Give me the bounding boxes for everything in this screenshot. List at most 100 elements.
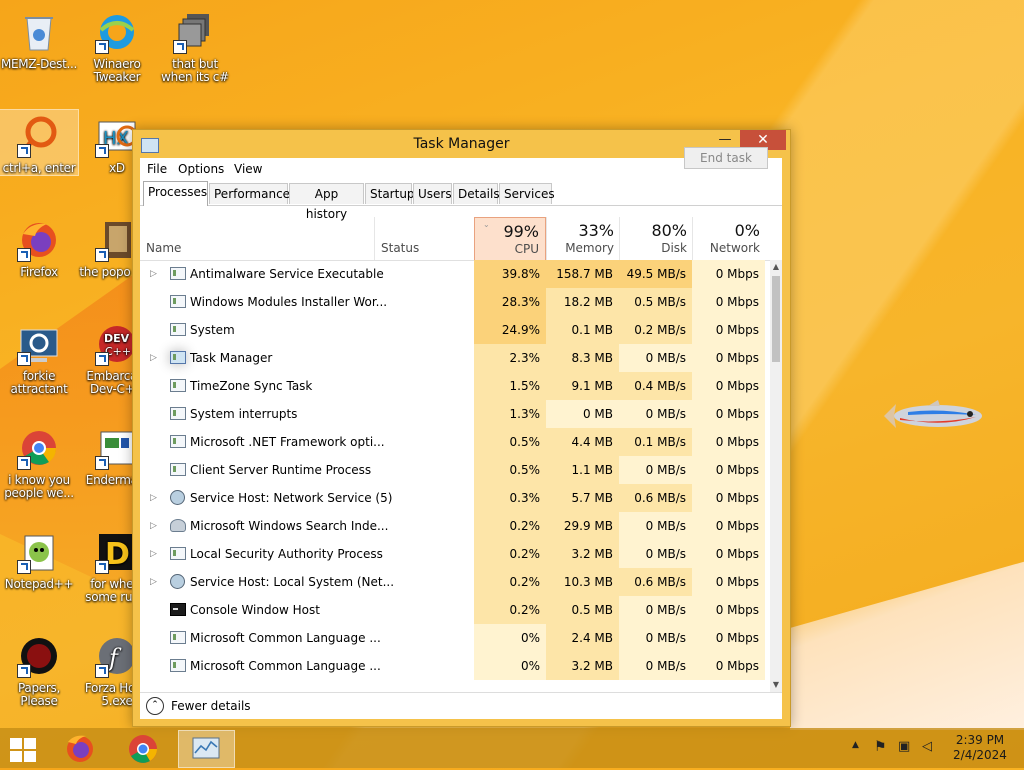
tab-processes[interactable]: Processes — [143, 181, 208, 206]
window-icon — [170, 407, 186, 420]
process-row[interactable]: Console Window Host 0.2% 0.5 MB 0 MB/s 0 Mbp… — [140, 596, 770, 624]
windows-logo-pane — [10, 751, 22, 762]
show-hidden-icons-chevron-icon[interactable]: ▲ — [852, 740, 859, 750]
desktop-icon-label: forkie attractant — [10, 369, 68, 396]
firefox-icon — [67, 735, 93, 762]
cpu-total: 99% — [503, 222, 539, 241]
tab-performance[interactable]: Performance — [209, 183, 290, 204]
process-disk: 0.5 MB/s — [619, 288, 692, 316]
tab-services[interactable]: Services — [499, 183, 555, 204]
process-disk: 0 MB/s — [619, 540, 692, 568]
process-name: Client Server Runtime Process — [190, 463, 372, 477]
process-row[interactable]: ▷ Local Security Authority Process 0.2% 3.2… — [140, 540, 770, 568]
process-cpu: 0.2% — [474, 568, 546, 596]
task-manager-window[interactable]: Task Manager — ☐ ✕ File Options View Pro… — [132, 129, 791, 727]
taskbar-firefox[interactable] — [56, 730, 104, 766]
process-row[interactable]: Client Server Runtime Process 0.5% 1.1 MB 0… — [140, 456, 770, 484]
expand-chevron-icon[interactable]: ▷ — [150, 568, 157, 596]
desktop-icon[interactable]: Firefox — [0, 214, 78, 279]
process-cpu: 0.5% — [474, 456, 546, 484]
window-icon — [170, 323, 186, 336]
taskbar: ▲ ⚑ ▣ ◁ 2:39 PM 2/4/2024 — [0, 728, 1024, 768]
column-cpu[interactable]: ⌄ 99% CPU — [474, 217, 546, 262]
taskbar-chrome[interactable] — [119, 730, 167, 766]
desktop-icon[interactable]: Papers, Please — [0, 630, 78, 708]
papers-please-icon — [17, 634, 61, 678]
tab-app-history[interactable]: App history — [289, 183, 364, 221]
menu-view[interactable]: View — [234, 162, 262, 176]
desktop-icon[interactable]: MEMZ-Dest... — [0, 6, 78, 71]
expand-chevron-icon[interactable]: ▷ — [150, 540, 157, 568]
tab-users[interactable]: Users — [413, 183, 452, 204]
desktop-icon[interactable]: forkie attractant — [0, 318, 78, 396]
network-icon[interactable]: ▣ — [898, 739, 910, 754]
shortcut-arrow-icon — [17, 352, 31, 366]
column-name[interactable]: Name — [146, 217, 376, 260]
process-row[interactable]: Windows Modules Installer Wor... 28.3% 18.… — [140, 288, 770, 316]
fewer-details-label: Fewer details — [171, 699, 251, 713]
process-memory: 158.7 MB — [546, 260, 619, 288]
process-row[interactable]: System interrupts 1.3% 0 MB 0 MB/s 0 Mbps — [140, 400, 770, 428]
desktop-icon[interactable]: Notepad++ — [0, 526, 78, 591]
process-disk: 0.6 MB/s — [619, 484, 692, 512]
process-row[interactable]: Microsoft Common Language ... 0% 2.4 MB 0 M… — [140, 624, 770, 652]
tab-startup[interactable]: Startup — [365, 183, 415, 204]
end-task-button[interactable]: End task — [684, 147, 768, 169]
task-manager-client: File Options View Processes Performance Ap… — [140, 158, 782, 719]
user-icon — [170, 519, 186, 532]
process-row[interactable]: ▷ Task Manager 2.3% 8.3 MB 0 MB/s 0 Mbps — [140, 344, 770, 372]
shortcut-arrow-icon — [95, 248, 109, 262]
process-list[interactable]: ▷ Antimalware Service Executable 39.8% 158.… — [140, 260, 770, 692]
memory-label: Memory — [565, 241, 614, 255]
start-button[interactable] — [8, 736, 38, 762]
menu-options[interactable]: Options — [178, 162, 224, 176]
process-row[interactable]: ▷ Antimalware Service Executable 39.8% 158.… — [140, 260, 770, 288]
network-total: 0% — [734, 221, 760, 240]
process-name: System interrupts — [190, 407, 298, 421]
tab-strip: Processes Performance App history Startup Us… — [140, 181, 782, 221]
shortcut-arrow-icon — [17, 664, 31, 678]
process-row[interactable]: Microsoft Common Language ... 0% 3.2 MB 0 M… — [140, 652, 770, 680]
taskbar-task-manager[interactable] — [178, 730, 235, 768]
column-disk[interactable]: 80% Disk — [619, 217, 693, 260]
stacked-files-icon — [173, 10, 217, 54]
tab-details[interactable]: Details — [453, 183, 500, 204]
scroll-down-arrow-icon[interactable]: ▼ — [770, 678, 782, 692]
winaero-tweaker-icon — [95, 10, 139, 54]
volume-muted-icon[interactable]: ◁ — [922, 739, 932, 754]
network-label: Network — [709, 241, 760, 255]
process-row[interactable]: TimeZone Sync Task 1.5% 9.1 MB 0.4 MB/s 0 Mb… — [140, 372, 770, 400]
expand-chevron-icon[interactable]: ▷ — [150, 344, 157, 372]
process-memory: 9.1 MB — [546, 372, 619, 400]
process-row[interactable]: Microsoft .NET Framework opti... 0.5% 4.4 … — [140, 428, 770, 456]
scroll-up-arrow-icon[interactable]: ▲ — [770, 260, 782, 274]
column-status[interactable]: Status — [374, 217, 475, 260]
process-cpu: 28.3% — [474, 288, 546, 316]
action-center-flag-icon[interactable]: ⚑ — [874, 739, 887, 755]
window-icon — [170, 435, 186, 448]
desktop-icon[interactable]: ctrl+a, enter — [0, 109, 79, 176]
clock[interactable]: 2:39 PM 2/4/2024 — [950, 733, 1010, 763]
clock-time: 2:39 PM — [955, 733, 1005, 747]
desktop-icon[interactable]: i know you people we... — [0, 422, 78, 500]
expand-chevron-icon[interactable]: ▷ — [150, 260, 157, 288]
vertical-scrollbar[interactable]: ▲ ▼ — [770, 260, 782, 692]
column-memory[interactable]: 33% Memory — [546, 217, 620, 260]
process-row[interactable]: System 24.9% 0.1 MB 0.2 MB/s 0 Mbps — [140, 316, 770, 344]
process-cpu: 1.5% — [474, 372, 546, 400]
scroll-thumb[interactable] — [772, 276, 780, 362]
desktop-icon[interactable]: Winaero Tweaker — [78, 6, 156, 84]
process-memory: 8.3 MB — [546, 344, 619, 372]
process-row[interactable]: ▷ Microsoft Windows Search Inde... 0.2% 29.… — [140, 512, 770, 540]
process-name: Microsoft .NET Framework opti... — [190, 435, 385, 449]
process-network: 0 Mbps — [692, 260, 765, 288]
expand-chevron-icon[interactable]: ▷ — [150, 484, 157, 512]
process-row[interactable]: ▷ Service Host: Local System (Net... 0.2% 1… — [140, 568, 770, 596]
shortcut-arrow-icon — [95, 560, 109, 574]
expand-chevron-icon[interactable]: ▷ — [150, 512, 157, 540]
menu-file[interactable]: File — [147, 162, 167, 176]
column-network[interactable]: 0% Network — [692, 217, 766, 260]
desktop-icon[interactable]: that but when its c# — [156, 6, 234, 84]
process-row[interactable]: ▷ Service Host: Network Service (5) 0.3% 5.… — [140, 484, 770, 512]
gear-icon — [170, 490, 185, 505]
